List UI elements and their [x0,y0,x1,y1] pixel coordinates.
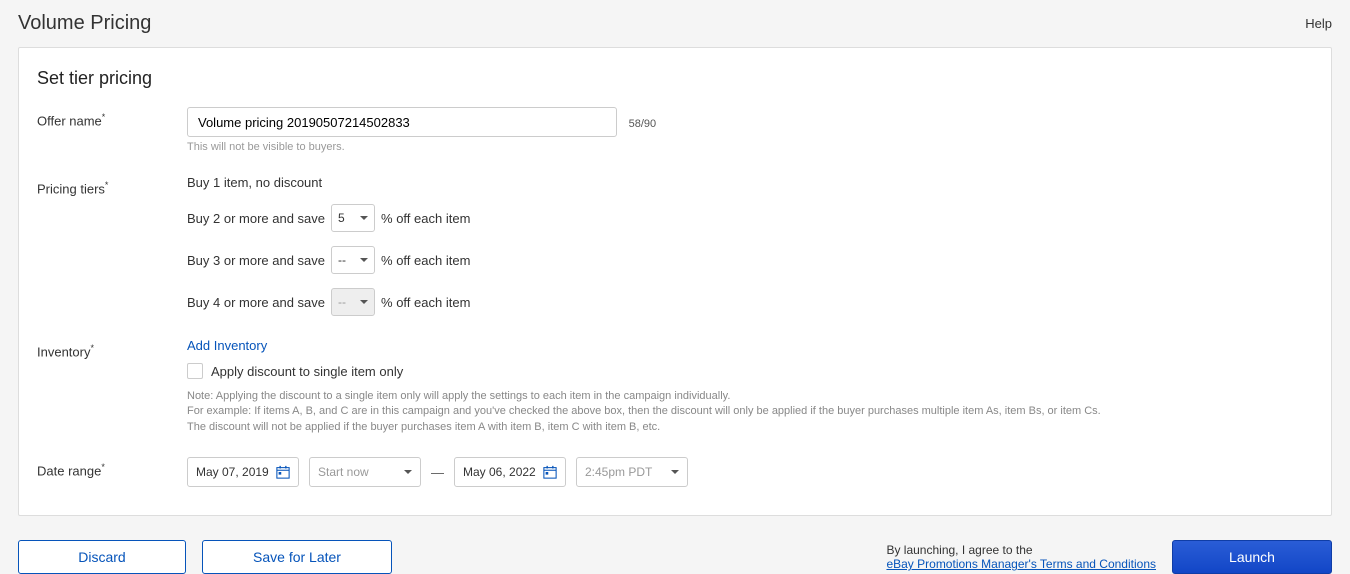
launch-button[interactable]: Launch [1172,540,1332,574]
agreement-line1: By launching, I agree to the [886,543,1032,557]
tier-4-line: Buy 4 or more and save -- % off each ite… [187,288,1313,316]
inventory-note: Note: Applying the discount to a single … [187,389,1313,435]
date-range-label: Date range [37,457,187,478]
terms-link[interactable]: eBay Promotions Manager's Terms and Cond… [886,557,1156,571]
inventory-note-line2: For example: If items A, B, and C are in… [187,404,1313,419]
date-range-dash: — [431,465,444,480]
start-date-value: May 07, 2019 [196,465,269,479]
inventory-label: Inventory [37,338,187,359]
calendar-icon [543,465,557,479]
pricing-tiers-label: Pricing tiers [37,175,187,196]
tier-3-value: -- [338,253,346,267]
tier-2-suffix: % off each item [381,211,470,226]
offer-name-hint: This will not be visible to buyers. [187,141,1313,153]
offer-name-label: Offer name [37,107,187,128]
end-date-value: May 06, 2022 [463,465,536,479]
help-link[interactable]: Help [1305,16,1332,31]
offer-name-input[interactable] [187,107,617,137]
tier-3-prefix: Buy 3 or more and save [187,253,325,268]
tier-2-select[interactable]: 5 [331,204,375,232]
start-time-select[interactable]: Start now [309,457,421,487]
tier-4-select: -- [331,288,375,316]
single-item-checkbox[interactable] [187,363,203,379]
start-date-input[interactable]: May 07, 2019 [187,457,299,487]
tier-4-prefix: Buy 4 or more and save [187,295,325,310]
add-inventory-link[interactable]: Add Inventory [187,338,267,353]
inventory-note-line1: Note: Applying the discount to a single … [187,389,1313,404]
end-date-input[interactable]: May 06, 2022 [454,457,566,487]
page-title: Volume Pricing [18,12,151,35]
tier-3-suffix: % off each item [381,253,470,268]
end-time-value: 2:45pm PDT [585,465,652,479]
form-card: Set tier pricing Offer name 58/90 This w… [18,47,1332,516]
chevron-down-icon [404,470,412,474]
tier-2-line: Buy 2 or more and save 5 % off each item [187,204,1313,232]
tier-2-prefix: Buy 2 or more and save [187,211,325,226]
card-title: Set tier pricing [37,68,1313,89]
chevron-down-icon [360,258,368,262]
tier-3-select[interactable]: -- [331,246,375,274]
start-time-value: Start now [318,465,369,479]
calendar-icon [276,465,290,479]
tier-4-suffix: % off each item [381,295,470,310]
chevron-down-icon [360,216,368,220]
tier-4-value: -- [338,295,346,309]
inventory-note-line3: The discount will not be applied if the … [187,420,1313,435]
end-time-select[interactable]: 2:45pm PDT [576,457,688,487]
chevron-down-icon [671,470,679,474]
discard-button[interactable]: Discard [18,540,186,574]
tier-3-line: Buy 3 or more and save -- % off each ite… [187,246,1313,274]
single-item-checkbox-label: Apply discount to single item only [211,364,403,379]
agreement-text: By launching, I agree to the eBay Promot… [886,543,1156,571]
chevron-down-icon [360,300,368,304]
offer-name-charcount: 58/90 [629,118,657,130]
tier-1-line: Buy 1 item, no discount [187,175,1313,190]
save-for-later-button[interactable]: Save for Later [202,540,392,574]
tier-2-value: 5 [338,211,345,225]
